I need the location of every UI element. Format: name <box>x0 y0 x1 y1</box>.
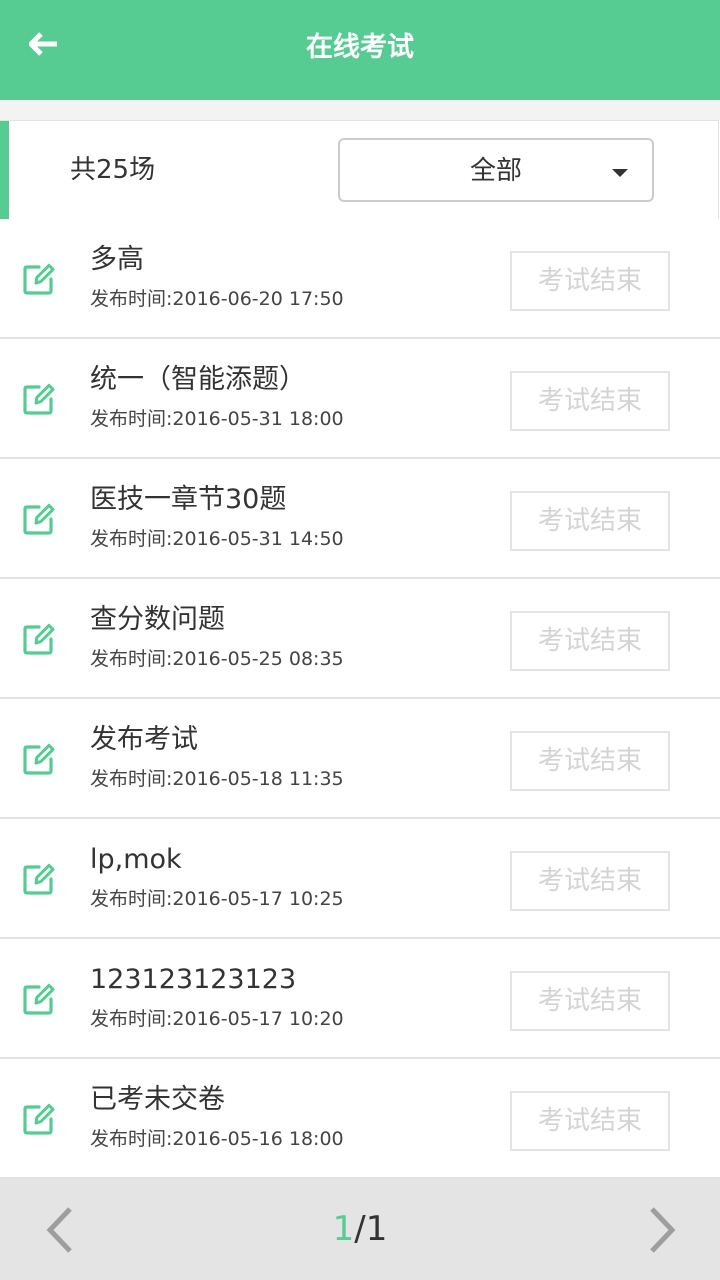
page-indicator: 1/1 <box>0 1207 720 1251</box>
exam-status-button[interactable]: 考试结束 <box>510 1091 670 1151</box>
edit-icon <box>23 263 55 295</box>
current-page: 1 <box>332 1209 355 1249</box>
edit-icon <box>23 1103 55 1135</box>
exam-status-button[interactable]: 考试结束 <box>510 611 670 671</box>
exam-title: lp,mok <box>90 844 182 875</box>
exam-list-item[interactable]: lp,mok 发布时间:2016-05-17 10:25 考试结束 <box>0 819 720 939</box>
edit-icon <box>23 503 55 535</box>
exam-list-item[interactable]: 统一（智能添题） 发布时间:2016-05-31 18:00 考试结束 <box>0 339 720 459</box>
edit-icon <box>23 863 55 895</box>
exam-title: 查分数问题 <box>90 604 225 635</box>
exam-list-item[interactable]: 查分数问题发布时间:2016-05-25 08:35 考试结束 <box>0 579 720 699</box>
exam-list-item[interactable]: 多高发布时间:2016-06-20 17:50 考试结束 <box>0 219 720 339</box>
exam-publish-time: 发布时间:2016-05-17 10:25 <box>90 888 344 910</box>
exam-list: 多高 发布时间:2016-06-20 17:50 考试结束 统一（智能添题） 发布时间:… <box>0 219 720 1179</box>
category-dropdown[interactable]: 全部 <box>338 138 654 202</box>
edit-icon <box>23 743 55 775</box>
total-pages: 1 <box>365 1209 388 1249</box>
caret-down-icon <box>612 169 628 177</box>
edit-icon <box>23 623 55 655</box>
exam-status-button[interactable]: 考试结束 <box>510 251 670 311</box>
exam-status-button[interactable]: 考试结束 <box>510 731 670 791</box>
filter-bar: 共25场 全部 <box>0 120 719 220</box>
exam-title: 统一（智能添题） <box>90 364 306 395</box>
exam-publish-time: 发布时间:2016-05-16 18:00 <box>90 1128 344 1150</box>
exam-title: 医技一章节30题 <box>90 484 287 515</box>
page-title: 在线考试 <box>306 32 414 63</box>
exam-title: 多高 <box>90 244 144 275</box>
exam-title: 已考未交卷 <box>90 1084 225 1115</box>
exam-title: 123123123123 <box>90 964 297 995</box>
exam-status-button[interactable]: 考试结束 <box>510 851 670 911</box>
pagination-bar: 1/1 <box>0 1179 720 1280</box>
total-exam-count: 共25场 <box>70 155 156 185</box>
exam-list-item[interactable]: 123123123123 发布时间:2016-05-17 10:20 考试结束 <box>0 939 720 1059</box>
exam-publish-time: 发布时间:2016-05-31 14:50 <box>90 528 344 550</box>
next-page-button[interactable] <box>640 1205 684 1255</box>
edit-icon <box>23 983 55 1015</box>
exam-title: 发布考试 <box>90 724 198 755</box>
exam-status-button[interactable]: 考试结束 <box>510 491 670 551</box>
exam-list-item[interactable]: 已考未交卷发布时间:2016-05-16 18:00 考试结束 <box>0 1059 720 1179</box>
filter-accent-stripe <box>0 121 9 219</box>
exam-list-item[interactable]: 医技一章节30题发布时间:2016-05-31 14:50 考试结束 <box>0 459 720 579</box>
exam-publish-time: 发布时间:2016-06-20 17:50 <box>90 288 344 310</box>
exam-status-button[interactable]: 考试结束 <box>510 371 670 431</box>
exam-publish-time: 发布时间:2016-05-31 18:00 <box>90 408 344 430</box>
chevron-right-icon <box>650 1207 676 1253</box>
exam-publish-time: 发布时间:2016-05-18 11:35 <box>90 768 344 790</box>
header-spacer <box>0 100 720 120</box>
category-selected-value: 全部 <box>469 156 522 186</box>
edit-icon <box>23 383 55 415</box>
exam-status-button[interactable]: 考试结束 <box>510 971 670 1031</box>
top-app-bar: 在线考试 <box>0 0 720 100</box>
exam-publish-time: 发布时间:2016-05-25 08:35 <box>90 648 344 670</box>
exam-list-item[interactable]: 发布考试发布时间:2016-05-18 11:35 考试结束 <box>0 699 720 819</box>
page-separator: / <box>354 1209 366 1249</box>
exam-publish-time: 发布时间:2016-05-17 10:20 <box>90 1008 344 1030</box>
